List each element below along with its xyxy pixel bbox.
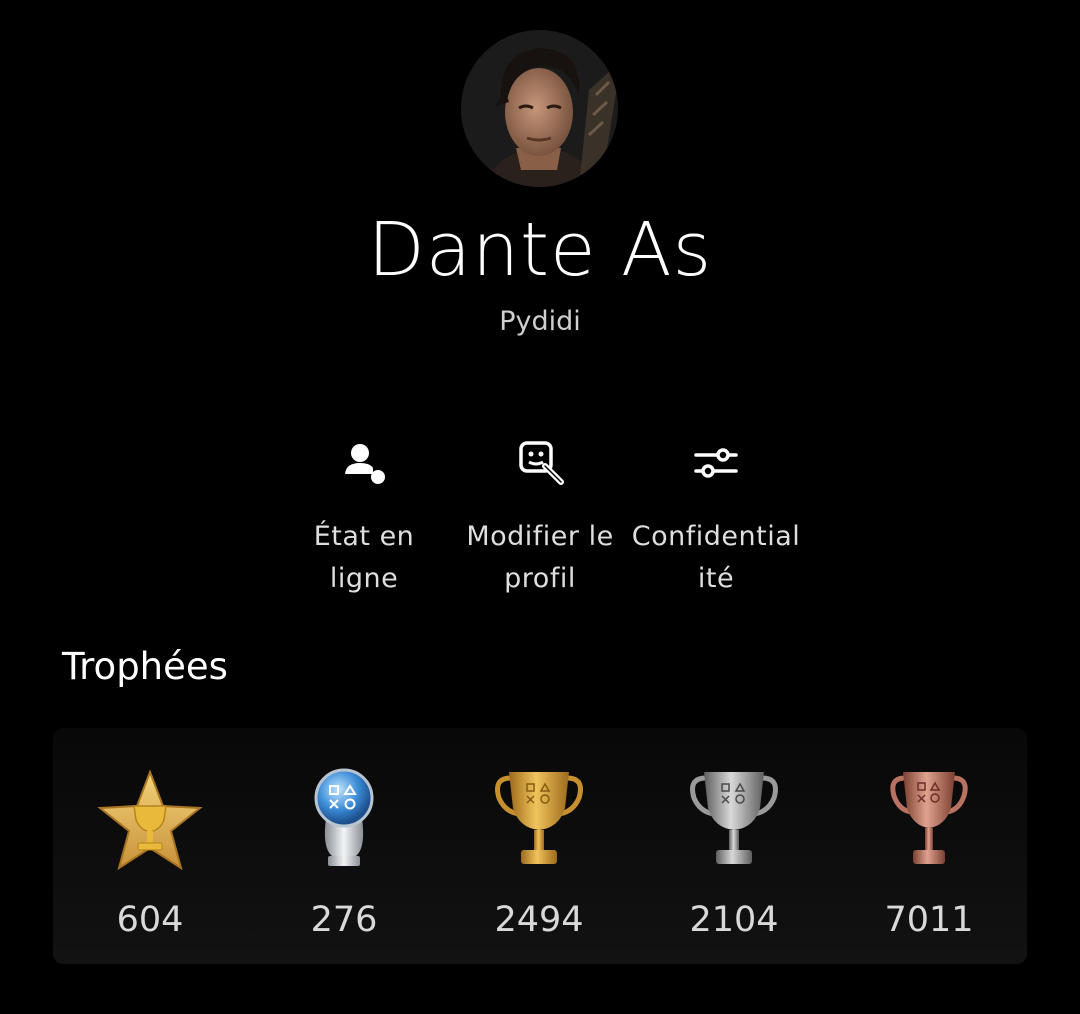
silver-trophy-count: 2104 <box>689 900 779 940</box>
silver-trophy-icon <box>654 768 814 872</box>
bronze-trophy: 7011 <box>849 768 1009 942</box>
edit-profile-label-line1: Modifier le <box>466 521 614 552</box>
profile-avatar[interactable] <box>461 30 618 187</box>
edit-profile-icon <box>513 436 567 490</box>
trophies-section-title: Trophées <box>62 645 228 688</box>
platinum-trophy-count: 276 <box>310 900 378 940</box>
platinum-trophy-icon <box>264 768 424 872</box>
platinum-trophy: 276 <box>264 768 424 942</box>
online-status-button[interactable]: État en ligne <box>276 436 452 600</box>
online-status-label-line1: État en <box>313 521 415 552</box>
gold-trophy-count: 2494 <box>494 900 584 940</box>
trophy-level-star-icon <box>70 768 230 872</box>
privacy-button[interactable]: Confidential ité <box>628 436 804 600</box>
privacy-label-line2: ité <box>697 563 735 594</box>
gold-trophy: 2494 <box>459 768 619 942</box>
gold-trophy-icon <box>459 768 619 872</box>
trophy-summary-card[interactable]: 604 276 2494 2104 7011 <box>53 728 1027 964</box>
privacy-label-line1: Confidential <box>631 521 801 552</box>
online-status-icon <box>337 436 391 490</box>
edit-profile-label-line2: profil <box>504 563 576 594</box>
edit-profile-button[interactable]: Modifier le profil <box>452 436 628 600</box>
online-status-label-line2: ligne <box>329 563 399 594</box>
bronze-trophy-icon <box>849 768 1009 872</box>
trophy-level: 604 <box>70 768 230 942</box>
silver-trophy: 2104 <box>654 768 814 942</box>
privacy-sliders-icon <box>689 436 743 490</box>
bronze-trophy-count: 7011 <box>884 900 974 940</box>
profile-online-id: Pydidi <box>499 306 581 337</box>
profile-display-name: Dante As <box>367 207 713 293</box>
trophy-level-count: 604 <box>116 900 184 940</box>
